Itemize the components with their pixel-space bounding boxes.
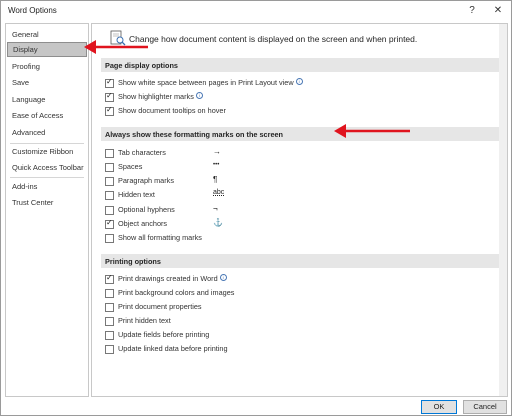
annotation-arrow-display (84, 40, 148, 54)
section-header-formatting-marks: Always show these formatting marks on th… (101, 127, 499, 141)
checkbox[interactable] (105, 77, 114, 88)
word-options-dialog: Word Options ? ✕ General Display Proofin… (0, 0, 512, 416)
space-mark-glyph: ••• (213, 162, 220, 168)
checkbox[interactable] (105, 191, 114, 200)
nav-item-advanced[interactable]: Advanced (7, 125, 87, 140)
option-label: Show document tooltips on hover (118, 106, 226, 115)
checkbox[interactable] (105, 105, 114, 116)
checkbox[interactable] (105, 289, 114, 298)
nav-item-ease-of-access[interactable]: Ease of Access (7, 108, 87, 123)
option-label: Show all formatting marks (118, 233, 202, 242)
options-nav: General Display Proofing Save Language E… (5, 23, 89, 397)
nav-divider (10, 177, 84, 178)
section-title: Always show these formatting marks on th… (105, 130, 284, 139)
nav-item-quick-access-toolbar[interactable]: Quick Access Toolbar (7, 160, 87, 175)
nav-item-general[interactable]: General (7, 27, 87, 42)
annotation-arrow-formatting-marks (334, 124, 410, 138)
window-title: Word Options (8, 6, 57, 15)
option-label: Tab characters (118, 148, 166, 157)
checkbox[interactable] (105, 149, 114, 158)
options-content: Change how document content is displayed… (91, 23, 508, 397)
anchor-icon: ⚓ (213, 218, 223, 227)
close-button[interactable]: ✕ (489, 4, 507, 18)
option-label: Update linked data before printing (118, 344, 228, 353)
tab-mark-glyph: → (213, 147, 221, 156)
option-label: Update fields before printing (118, 330, 210, 339)
help-button[interactable]: ? (463, 4, 481, 18)
checkbox[interactable] (105, 177, 114, 186)
option-label: Show highlighter marks (118, 92, 194, 101)
nav-item-proofing[interactable]: Proofing (7, 59, 87, 74)
option-label: Print background colors and images (118, 288, 235, 297)
nav-item-customize-ribbon[interactable]: Customize Ribbon (7, 144, 87, 159)
paragraph-mark-glyph: ¶ (213, 175, 218, 184)
optional-hyphen-glyph: ¬ (213, 204, 218, 213)
checkbox[interactable] (105, 273, 114, 284)
ok-button[interactable]: OK (421, 400, 457, 414)
page-description: Change how document content is displayed… (129, 34, 418, 44)
section-title: Page display options (105, 61, 178, 70)
nav-item-language[interactable]: Language (7, 92, 87, 107)
option-label: Print drawings created in Word (118, 274, 218, 283)
info-icon: i (219, 274, 227, 281)
nav-item-add-ins[interactable]: Add-ins (7, 179, 87, 194)
checkbox[interactable] (105, 206, 114, 215)
option-label: Show white space between pages in Print … (118, 78, 294, 87)
section-header-page-display: Page display options (101, 58, 499, 72)
checkbox[interactable] (105, 303, 114, 312)
nav-item-trust-center[interactable]: Trust Center (7, 195, 87, 210)
nav-item-display[interactable]: Display (7, 42, 87, 57)
checkbox[interactable] (105, 91, 114, 102)
option-label: Paragraph marks (118, 176, 174, 185)
nav-item-save[interactable]: Save (7, 75, 87, 90)
section-title: Printing options (105, 257, 161, 266)
info-icon: i (295, 78, 303, 85)
checkbox[interactable] (105, 234, 114, 243)
checkbox[interactable] (105, 345, 114, 354)
cancel-button[interactable]: Cancel (463, 400, 507, 414)
checkbox[interactable] (105, 218, 114, 229)
option-label: Print document properties (118, 302, 202, 311)
section-header-printing: Printing options (101, 254, 499, 268)
info-icon: i (195, 92, 203, 99)
option-label: Optional hyphens (118, 205, 175, 214)
option-label: Spaces (118, 162, 143, 171)
option-label: Print hidden text (118, 316, 171, 325)
checkbox[interactable] (105, 317, 114, 326)
vertical-scrollbar[interactable] (499, 24, 507, 396)
hidden-text-glyph: abc (213, 189, 225, 196)
checkbox[interactable] (105, 163, 114, 172)
title-bar: Word Options ? ✕ (1, 1, 511, 21)
option-label: Object anchors (118, 219, 168, 228)
option-label: Hidden text (118, 190, 155, 199)
checkbox[interactable] (105, 331, 114, 340)
